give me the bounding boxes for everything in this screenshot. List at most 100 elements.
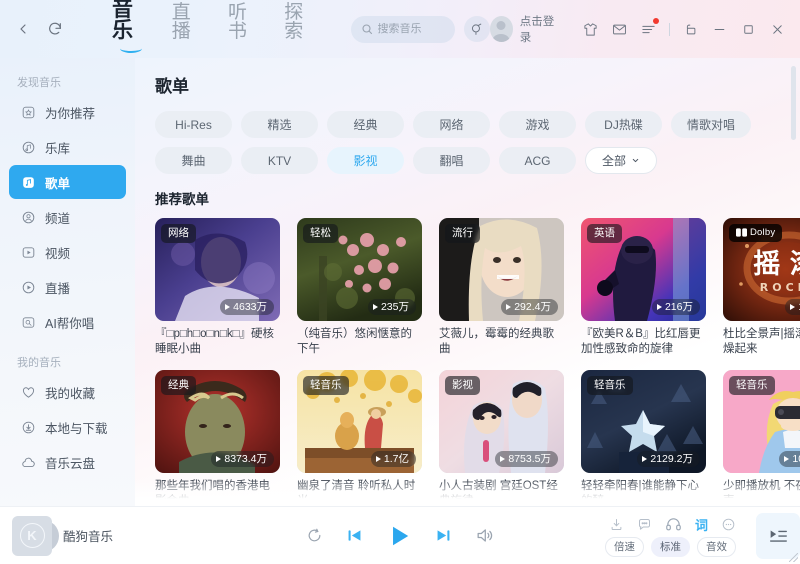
mail-button[interactable] xyxy=(606,14,633,44)
play-icon xyxy=(500,455,506,462)
playlist-cover[interactable]: 轻音乐 1.7亿 xyxy=(297,370,422,473)
play-icon xyxy=(375,455,381,462)
comment-button[interactable] xyxy=(637,517,652,532)
playlist-cover[interactable]: 轻音乐 2129.2万 xyxy=(581,370,706,473)
tag-film-tv[interactable]: 影视 xyxy=(327,147,404,174)
next-button[interactable] xyxy=(434,526,453,545)
tab-explore[interactable]: 探索 xyxy=(284,3,318,49)
playlist-card[interactable]: 轻音乐 1076.1万 少即播放机 不夜狂欢之声 xyxy=(723,370,800,506)
tag-label: 舞曲 xyxy=(181,154,206,168)
tag-game[interactable]: 游戏 xyxy=(499,111,576,138)
voice-search-button[interactable] xyxy=(463,16,490,42)
sidebar-item-channels[interactable]: 频道 xyxy=(9,200,126,234)
sidebar-item-local-downloads[interactable]: 本地与下载 xyxy=(9,410,126,444)
tab-live[interactable]: 直播 xyxy=(172,3,206,49)
refresh-button[interactable] xyxy=(40,14,70,44)
sidebar-item-library[interactable]: 乐库 xyxy=(9,130,126,164)
play-queue-icon xyxy=(767,525,789,547)
tag-label: 网络 xyxy=(439,118,464,132)
more-icon xyxy=(721,517,736,532)
playback-controls xyxy=(306,523,494,549)
quality-pill[interactable]: 标准 xyxy=(651,536,690,557)
now-playing[interactable]: K 酷狗音乐 xyxy=(0,515,250,556)
playlist-card[interactable]: 网络 4633万 『□p□h□o□n□k□』硬核睡眠小曲 xyxy=(155,218,280,357)
mini-window-button[interactable] xyxy=(677,14,704,44)
search-input[interactable] xyxy=(377,23,445,35)
play-count-value: 292.4万 xyxy=(514,300,551,313)
login-button[interactable]: 点击登录 xyxy=(489,13,561,45)
tag-cover[interactable]: 翻唱 xyxy=(413,147,490,174)
maximize-button[interactable] xyxy=(735,14,762,44)
tag-dj[interactable]: DJ热碟 xyxy=(585,111,662,138)
tag-hi-res[interactable]: Hi-Res xyxy=(155,111,232,138)
play-button[interactable] xyxy=(386,523,412,549)
playlist-cover[interactable]: 轻音乐 1076.1万 xyxy=(723,370,800,473)
headphone-icon xyxy=(665,516,682,533)
playlist-card[interactable]: 经典 8373.4万 那些年我们唱的香港电影金曲 xyxy=(155,370,280,506)
sidebar-item-live[interactable]: 直播 xyxy=(9,270,126,304)
sidebar-item-for-you[interactable]: 为你推荐 xyxy=(9,95,126,129)
playlist-cover[interactable]: 网络 4633万 xyxy=(155,218,280,321)
sidebar-item-playlists[interactable]: 歌单 xyxy=(9,165,126,199)
speed-pill[interactable]: 倍速 xyxy=(605,536,644,557)
tag-label: 全部 xyxy=(602,154,627,168)
minimize-button[interactable] xyxy=(706,14,733,44)
volume-button[interactable] xyxy=(475,526,494,545)
content-scrollbar[interactable] xyxy=(791,66,796,140)
lyrics-button[interactable]: 词 xyxy=(695,515,708,534)
playlist-cover[interactable]: 影视 8753.5万 xyxy=(439,370,564,473)
tag-label: ACG xyxy=(524,153,551,168)
skin-button[interactable] xyxy=(577,14,604,44)
playlist-card[interactable]: 摇 滚 ROCK Dolby 124.1万 xyxy=(723,218,800,357)
tag-classic[interactable]: 经典 xyxy=(327,111,404,138)
playlist-card[interactable]: 轻音乐 1.7亿 幽泉了清音 聆听私人时光 xyxy=(297,370,422,506)
sidebar-item-ai-sing[interactable]: AI帮你唱 xyxy=(9,305,126,339)
playlist-card[interactable]: 英语 216万 『欧美R＆B』比红唇更加性感致命的旋律 xyxy=(581,218,706,357)
tab-audiobook[interactable]: 听书 xyxy=(228,3,262,49)
repeat-button[interactable] xyxy=(306,527,323,544)
sidebar-item-label: 本地与下载 xyxy=(45,421,108,436)
playlist-cover[interactable]: 经典 8373.4万 xyxy=(155,370,280,473)
play-count-value: 2129.2万 xyxy=(650,452,693,465)
play-count-value: 1076.1万 xyxy=(792,452,800,465)
sound-effect-pill[interactable]: 音效 xyxy=(697,536,736,557)
tag-duet[interactable]: 情歌对唱 xyxy=(671,111,752,138)
playlist-card[interactable]: 影视 8753.5万 小人古装剧 宫廷OST经典旋律 xyxy=(439,370,564,506)
tag-dance[interactable]: 舞曲 xyxy=(155,147,232,174)
previous-button[interactable] xyxy=(345,526,364,545)
playlist-card[interactable]: 流行 292.4万 艾薇儿，霉霉的经典歌曲 xyxy=(439,218,564,357)
tag-acg[interactable]: ACG xyxy=(499,147,576,174)
play-icon xyxy=(506,303,512,310)
tag-ktv[interactable]: KTV xyxy=(241,147,318,174)
play-queue-button[interactable] xyxy=(756,512,800,559)
sidebar-item-music-cloud[interactable]: 音乐云盘 xyxy=(9,445,126,479)
playlist-cover[interactable]: 英语 216万 xyxy=(581,218,706,321)
tab-audiobook-label: 听书 xyxy=(228,2,248,42)
playlist-cover[interactable]: 摇 滚 ROCK Dolby 124.1万 xyxy=(723,218,800,321)
tag-row-2: 舞曲 KTV 影视 翻唱 ACG 全部 xyxy=(155,147,778,174)
sidebar-item-video[interactable]: 视频 xyxy=(9,235,126,269)
download-button[interactable] xyxy=(609,517,624,532)
chevron-left-icon xyxy=(15,21,31,37)
tab-music[interactable]: 音乐 xyxy=(112,0,150,49)
tag-all-dropdown[interactable]: 全部 xyxy=(585,147,658,174)
playlist-card[interactable]: 轻音乐 2129.2万 轻轻牵阳春|谁能静下心的醉 xyxy=(581,370,706,506)
menu-button[interactable] xyxy=(635,14,662,44)
close-button[interactable] xyxy=(764,14,791,44)
headphone-button[interactable] xyxy=(665,516,682,533)
tag-network[interactable]: 网络 xyxy=(413,111,490,138)
playlist-cover[interactable]: 流行 292.4万 xyxy=(439,218,564,321)
player-utility-icons: 词 xyxy=(609,515,736,534)
search-box[interactable] xyxy=(350,15,455,43)
more-button[interactable] xyxy=(721,517,736,532)
resize-grip[interactable] xyxy=(789,553,798,562)
avatar xyxy=(489,16,513,42)
sidebar-item-favorites[interactable]: 我的收藏 xyxy=(9,375,126,409)
next-icon xyxy=(434,526,453,545)
back-button[interactable] xyxy=(8,14,38,44)
playlist-title: 幽泉了清音 聆听私人时光 xyxy=(297,480,416,506)
playlist-card[interactable]: 轻松 235万 （纯音乐）悠闲惬意的下午 xyxy=(297,218,422,357)
playlist-cover[interactable]: 轻松 235万 xyxy=(297,218,422,321)
tag-featured[interactable]: 精选 xyxy=(241,111,318,138)
now-playing-cover[interactable]: K xyxy=(12,515,59,556)
